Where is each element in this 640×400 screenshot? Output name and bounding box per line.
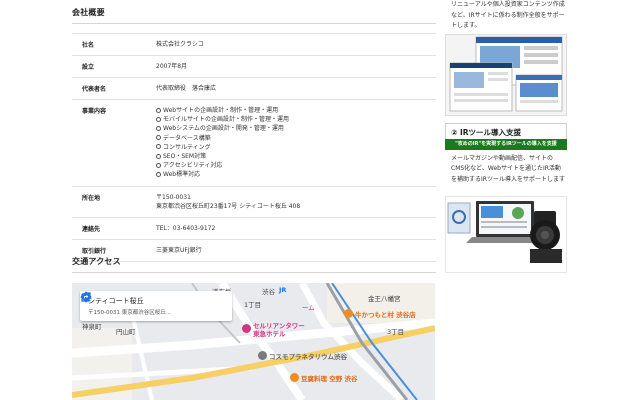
directions-icon[interactable] xyxy=(80,291,92,303)
circle-bullet-icon xyxy=(156,116,161,122)
map-label-3chome: 3丁目 xyxy=(387,328,405,336)
map-pin-icon xyxy=(290,373,299,382)
address-text: 東京都渋谷区桜丘町23番17号 シティコート桜丘 408 xyxy=(156,202,301,210)
row-value: 株式会社クラシコ xyxy=(156,41,204,48)
map-label-kanasen: 金王八幡宮 xyxy=(368,295,401,303)
row-value: 三菱東京UFJ銀行 xyxy=(156,246,202,254)
access-title: 交通アクセス xyxy=(72,257,121,266)
ir-tool-heading-text: ② IRツール導入支援 xyxy=(451,128,522,137)
list-item: Webサイトの企画設計・制作・管理・運用 xyxy=(156,106,436,115)
company-overview-title: 会社概要 xyxy=(72,8,105,17)
circle-bullet-icon xyxy=(156,153,161,159)
list-item: データベース構築 xyxy=(156,134,436,143)
website-mockup-icon xyxy=(449,36,563,112)
list-item: コンサルティング xyxy=(156,143,436,152)
table-row: 事業内容 Webサイトの企画設計・制作・管理・運用 モバイルサイトの企画設計・制… xyxy=(72,100,436,187)
sidebar-intro-text: リニューアルや個人投資家コンテンツ作成など、IRサイトに係わる制作全般をサポート… xyxy=(451,1,565,29)
row-label: 事業内容 xyxy=(82,108,107,115)
table-row: 代表者名 代表取締役 落合康広 xyxy=(72,78,436,100)
list-item: アクセシビリティ対応 xyxy=(156,161,436,170)
row-label: 連絡先 xyxy=(82,225,101,233)
list-item: Web標準対応 xyxy=(156,170,436,179)
place-address: 〒150-0031 東京都渋谷区桜丘... xyxy=(88,310,171,316)
ir-tool-banner: "攻めのIR"を実現するIRツールの導入を支援 xyxy=(445,139,567,150)
google-map[interactable]: 渋谷 JR 金王八幡宮 1丁目 3丁目 神泉町 円山町 道玄坂 ーム セルリアン… xyxy=(72,283,435,400)
section-divider xyxy=(72,23,436,24)
circle-bullet-icon xyxy=(156,144,161,150)
row-label: 社名 xyxy=(82,42,95,49)
map-label-gym: ーム xyxy=(302,304,315,312)
circle-bullet-icon xyxy=(156,162,161,168)
table-row: 設立 2007年8月 xyxy=(72,56,436,78)
poi-katsu[interactable]: 牛かつもと村 渋谷店 xyxy=(355,309,416,319)
map-label-jinnan: 神泉町 xyxy=(82,323,102,331)
circle-bullet-icon xyxy=(156,171,161,177)
map-pin-icon xyxy=(242,324,251,333)
business-list: Webサイトの企画設計・制作・管理・運用 モバイルサイトの企画設計・制作・管理・… xyxy=(156,106,436,180)
ir-tools-image xyxy=(445,196,567,273)
section-divider xyxy=(72,272,436,273)
place-name: シティコート桜丘 xyxy=(88,297,144,305)
map-place-card: シティコート桜丘 〒150-0031 東京都渋谷区桜丘... xyxy=(80,291,232,321)
row-value: 代表取締役 落合康広 xyxy=(156,85,217,92)
map-pin-icon xyxy=(344,309,353,318)
poi-toufu[interactable]: 豆腐料理 空野 渋谷 xyxy=(301,373,358,383)
map-label-maruyama: 円山町 xyxy=(116,328,136,336)
row-value: 〒150-0031 東京都渋谷区桜丘町23番17号 シティコート桜丘 408 xyxy=(146,186,436,217)
postal-code: 〒150-0031 xyxy=(156,193,191,201)
map-label-1chome: 1丁目 xyxy=(244,301,262,309)
circle-bullet-icon xyxy=(156,135,161,141)
poi-cerulean[interactable]: セルリアンタワー 東急ホテル xyxy=(253,322,305,338)
table-row: 社名 株式会社クラシコ xyxy=(72,33,436,56)
ir-tool-description: メールマガジンや動画配信、サイトのCMS化など、Webサイトを通じたIR活動を補… xyxy=(451,155,565,183)
list-item: Webシステムの企画設計・開発・管理・運用 xyxy=(156,124,436,133)
circle-bullet-icon xyxy=(156,125,161,131)
row-value: TEL：03-6403-9172 xyxy=(156,224,216,232)
laptop-camera-icon xyxy=(447,201,562,263)
map-label-jr: JR xyxy=(279,286,287,294)
circle-bullet-icon xyxy=(156,107,161,113)
ir-site-screenshots-image xyxy=(445,34,567,116)
map-label-shibuya: 渋谷 xyxy=(262,288,275,296)
ir-tool-heading: ② IRツール導入支援 xyxy=(445,123,567,139)
row-label: 所在地 xyxy=(82,194,101,202)
table-row: 所在地 〒150-0031 東京都渋谷区桜丘町23番17号 シティコート桜丘 4… xyxy=(72,186,436,218)
row-label: 設立 xyxy=(82,64,95,71)
map-pin-icon xyxy=(258,351,267,360)
row-label: 代表者名 xyxy=(82,86,107,93)
table-row: 連絡先 TEL：03-6403-9172 xyxy=(72,217,436,240)
row-value: Webサイトの企画設計・制作・管理・運用 モバイルサイトの企画設計・制作・管理・… xyxy=(146,100,436,187)
company-info-table: 社名 株式会社クラシコ 設立 2007年8月 代表者名 代表取締役 落合康広 事… xyxy=(72,33,436,262)
sidebar: リニューアルや個人投資家コンテンツ作成など、IRサイトに係わる制作全般をサポート… xyxy=(445,0,567,400)
row-value: 2007年8月 xyxy=(156,63,188,70)
poi-cosmo[interactable]: コスモプラネタリウム渋谷 xyxy=(269,351,347,361)
table-row: 取引銀行 三菱東京UFJ銀行 xyxy=(72,239,436,262)
list-item: SEO・SEM対策 xyxy=(156,152,436,161)
list-item: モバイルサイトの企画設計・制作・管理・運用 xyxy=(156,115,436,124)
